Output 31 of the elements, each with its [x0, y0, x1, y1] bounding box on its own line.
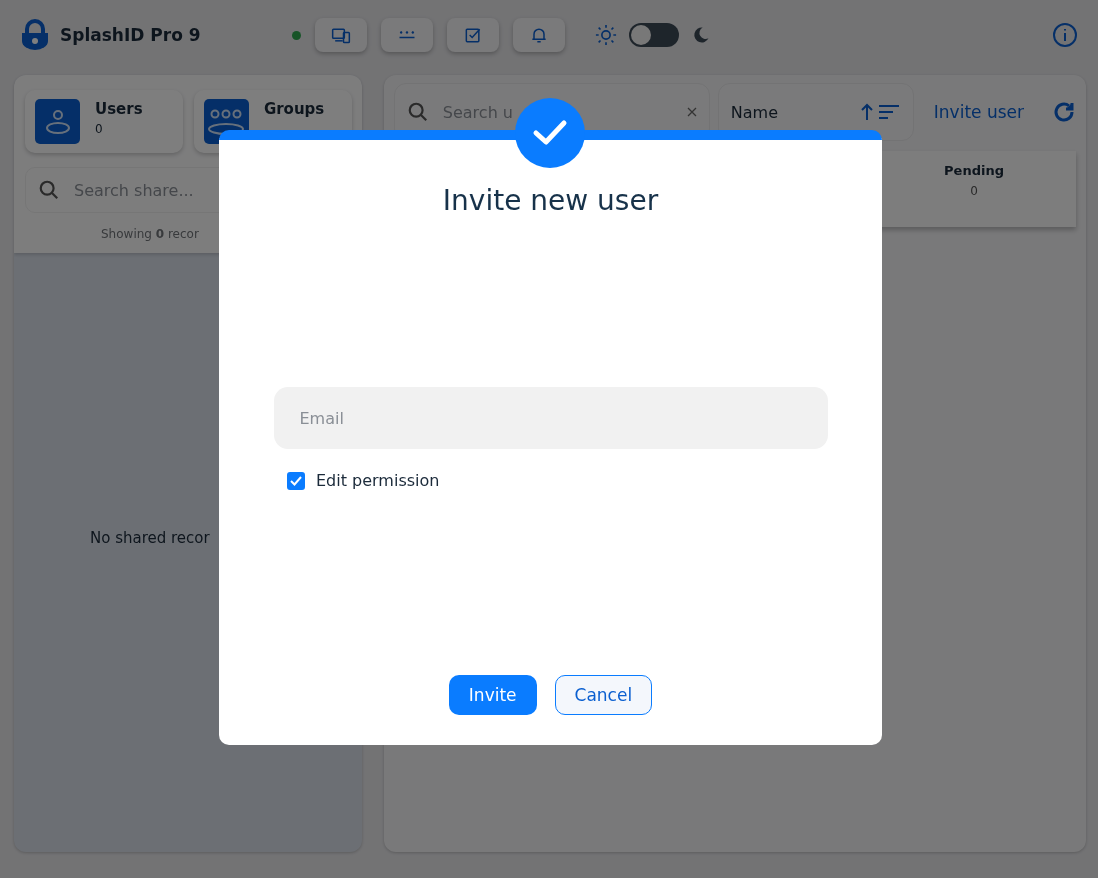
category-card[interactable]: Users 0: [25, 90, 183, 153]
toolbar-button[interactable]: [513, 18, 565, 52]
refresh-icon[interactable]: [1052, 100, 1076, 124]
stat-label: Pending: [944, 163, 1004, 178]
checkbox-icon: [463, 25, 483, 45]
records-summary: Showing 0 recor: [101, 227, 199, 241]
search-icon: [38, 179, 60, 201]
app-title: SplashID Pro 9: [60, 25, 201, 45]
card-label: Users: [95, 100, 143, 118]
invite-user-link[interactable]: Invite user: [933, 102, 1024, 122]
dialog-title: Invite new user: [442, 184, 659, 217]
close-icon[interactable]: [686, 107, 697, 117]
cancel-button[interactable]: Cancel: [554, 675, 653, 715]
email-field[interactable]: Email: [273, 387, 828, 449]
toolbar-button[interactable]: [315, 18, 367, 52]
toolbar-button[interactable]: [447, 18, 499, 52]
devices-icon: [331, 25, 351, 45]
stat-value: 0: [970, 184, 978, 198]
card-label: Groups: [263, 100, 325, 118]
lock-logo-icon: [20, 19, 50, 51]
theme-toggle[interactable]: [629, 23, 679, 47]
sort-ascending-icon[interactable]: [860, 102, 901, 122]
search-icon: [406, 101, 429, 123]
info-icon[interactable]: [1052, 22, 1078, 48]
checkbox[interactable]: [287, 471, 305, 490]
card-count: 0: [95, 122, 104, 136]
moon-icon: [691, 25, 711, 45]
checkbox-label: Edit permission: [316, 471, 440, 490]
sun-icon: [595, 24, 617, 46]
invite-button[interactable]: Invite: [448, 675, 537, 715]
empty-message: No shared recor: [90, 528, 210, 547]
